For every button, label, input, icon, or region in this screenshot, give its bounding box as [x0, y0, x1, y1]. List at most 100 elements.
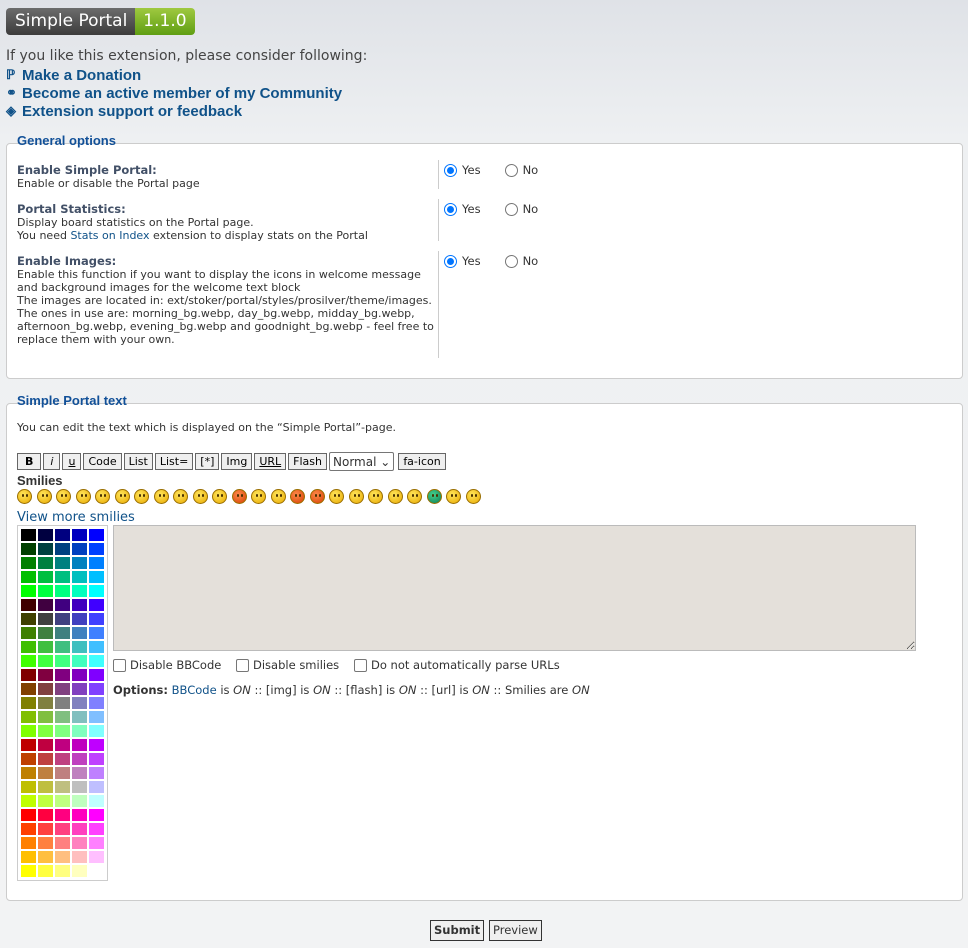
color-swatch[interactable]: [89, 641, 104, 653]
color-swatch[interactable]: [21, 529, 36, 541]
color-swatch[interactable]: [21, 543, 36, 555]
color-swatch[interactable]: [55, 669, 70, 681]
preview-button[interactable]: Preview: [489, 920, 542, 941]
color-swatch[interactable]: [38, 725, 53, 737]
color-swatch[interactable]: [72, 711, 87, 723]
color-swatch[interactable]: [72, 627, 87, 639]
color-swatch[interactable]: [72, 739, 87, 751]
list-ordered-button[interactable]: List=: [154, 453, 194, 470]
fa-icon-button[interactable]: fa-icon: [398, 453, 446, 470]
color-swatch[interactable]: [38, 585, 53, 597]
color-swatch[interactable]: [89, 781, 104, 793]
color-swatch[interactable]: [89, 697, 104, 709]
smiley-icon[interactable]: [95, 489, 110, 504]
color-swatch[interactable]: [72, 543, 87, 555]
color-swatch[interactable]: [72, 669, 87, 681]
color-swatch[interactable]: [89, 837, 104, 849]
color-swatch[interactable]: [72, 599, 87, 611]
disable-smilies-checkbox[interactable]: [236, 658, 249, 672]
color-swatch[interactable]: [89, 823, 104, 835]
smiley-icon[interactable]: [309, 489, 325, 504]
smiley-icon[interactable]: [212, 489, 227, 504]
color-swatch[interactable]: [89, 627, 104, 639]
color-swatch[interactable]: [55, 823, 70, 835]
color-swatch[interactable]: [72, 823, 87, 835]
color-swatch[interactable]: [38, 529, 53, 541]
underline-button[interactable]: u: [62, 453, 82, 470]
color-swatch[interactable]: [55, 641, 70, 653]
color-swatch[interactable]: [55, 767, 70, 779]
color-swatch[interactable]: [38, 809, 53, 821]
color-swatch[interactable]: [72, 571, 87, 583]
color-swatch[interactable]: [21, 641, 36, 653]
color-swatch[interactable]: [21, 795, 36, 807]
color-swatch[interactable]: [21, 753, 36, 765]
smiley-icon[interactable]: [17, 489, 32, 504]
color-swatch[interactable]: [89, 753, 104, 765]
smiley-icon[interactable]: [36, 489, 52, 504]
color-swatch[interactable]: [72, 655, 87, 667]
color-swatch[interactable]: [21, 837, 36, 849]
color-swatch[interactable]: [89, 683, 104, 695]
color-swatch[interactable]: [38, 655, 53, 667]
color-swatch[interactable]: [38, 739, 53, 751]
color-swatch[interactable]: [72, 557, 87, 569]
color-swatch[interactable]: [72, 683, 87, 695]
color-swatch[interactable]: [72, 795, 87, 807]
smiley-icon[interactable]: [192, 489, 208, 504]
smiley-icon[interactable]: [290, 489, 305, 504]
disable-smilies-option[interactable]: Disable smilies: [236, 658, 339, 672]
color-swatch[interactable]: [55, 851, 70, 863]
community-link[interactable]: ⚭ Become an active member of my Communit…: [6, 84, 342, 102]
color-swatch[interactable]: [21, 683, 36, 695]
color-swatch[interactable]: [21, 851, 36, 863]
color-swatch[interactable]: [89, 585, 104, 597]
smiley-icon[interactable]: [465, 489, 481, 504]
color-swatch[interactable]: [21, 865, 36, 877]
color-swatch[interactable]: [55, 655, 70, 667]
color-swatch[interactable]: [55, 795, 70, 807]
color-swatch[interactable]: [89, 557, 104, 569]
smiley-icon[interactable]: [368, 489, 383, 504]
color-swatch[interactable]: [89, 529, 104, 541]
smiley-icon[interactable]: [387, 489, 403, 504]
smiley-icon[interactable]: [348, 489, 364, 504]
bold-button[interactable]: B: [17, 453, 42, 470]
color-swatch[interactable]: [72, 851, 87, 863]
flash-button[interactable]: Flash: [288, 453, 327, 470]
color-swatch[interactable]: [55, 697, 70, 709]
color-swatch[interactable]: [55, 599, 70, 611]
color-swatch[interactable]: [55, 683, 70, 695]
url-button[interactable]: URL: [254, 453, 287, 470]
color-swatch[interactable]: [38, 571, 53, 583]
color-swatch[interactable]: [72, 641, 87, 653]
no-parse-urls-option[interactable]: Do not automatically parse URLs: [354, 658, 560, 672]
color-swatch[interactable]: [55, 809, 70, 821]
color-swatch[interactable]: [21, 613, 36, 625]
smiley-icon[interactable]: [446, 489, 461, 504]
color-swatch[interactable]: [72, 837, 87, 849]
color-swatch[interactable]: [55, 571, 70, 583]
color-swatch[interactable]: [38, 753, 53, 765]
color-swatch[interactable]: [21, 599, 36, 611]
smiley-icon[interactable]: [75, 489, 91, 504]
color-swatch[interactable]: [55, 725, 70, 737]
statistics-yes-radio[interactable]: [444, 202, 457, 216]
color-swatch[interactable]: [38, 697, 53, 709]
smiley-icon[interactable]: [231, 489, 247, 504]
color-swatch[interactable]: [55, 627, 70, 639]
color-swatch[interactable]: [89, 669, 104, 681]
color-swatch[interactable]: [21, 823, 36, 835]
smiley-icon[interactable]: [173, 489, 188, 504]
color-swatch[interactable]: [38, 599, 53, 611]
color-swatch[interactable]: [89, 599, 104, 611]
code-button[interactable]: Code: [83, 453, 122, 470]
color-swatch[interactable]: [89, 711, 104, 723]
color-swatch[interactable]: [89, 655, 104, 667]
italic-button[interactable]: i: [43, 453, 61, 470]
smiley-icon[interactable]: [114, 489, 130, 504]
submit-button[interactable]: Submit: [430, 920, 485, 941]
color-swatch[interactable]: [72, 753, 87, 765]
color-swatch[interactable]: [89, 851, 104, 863]
color-swatch[interactable]: [55, 865, 70, 877]
